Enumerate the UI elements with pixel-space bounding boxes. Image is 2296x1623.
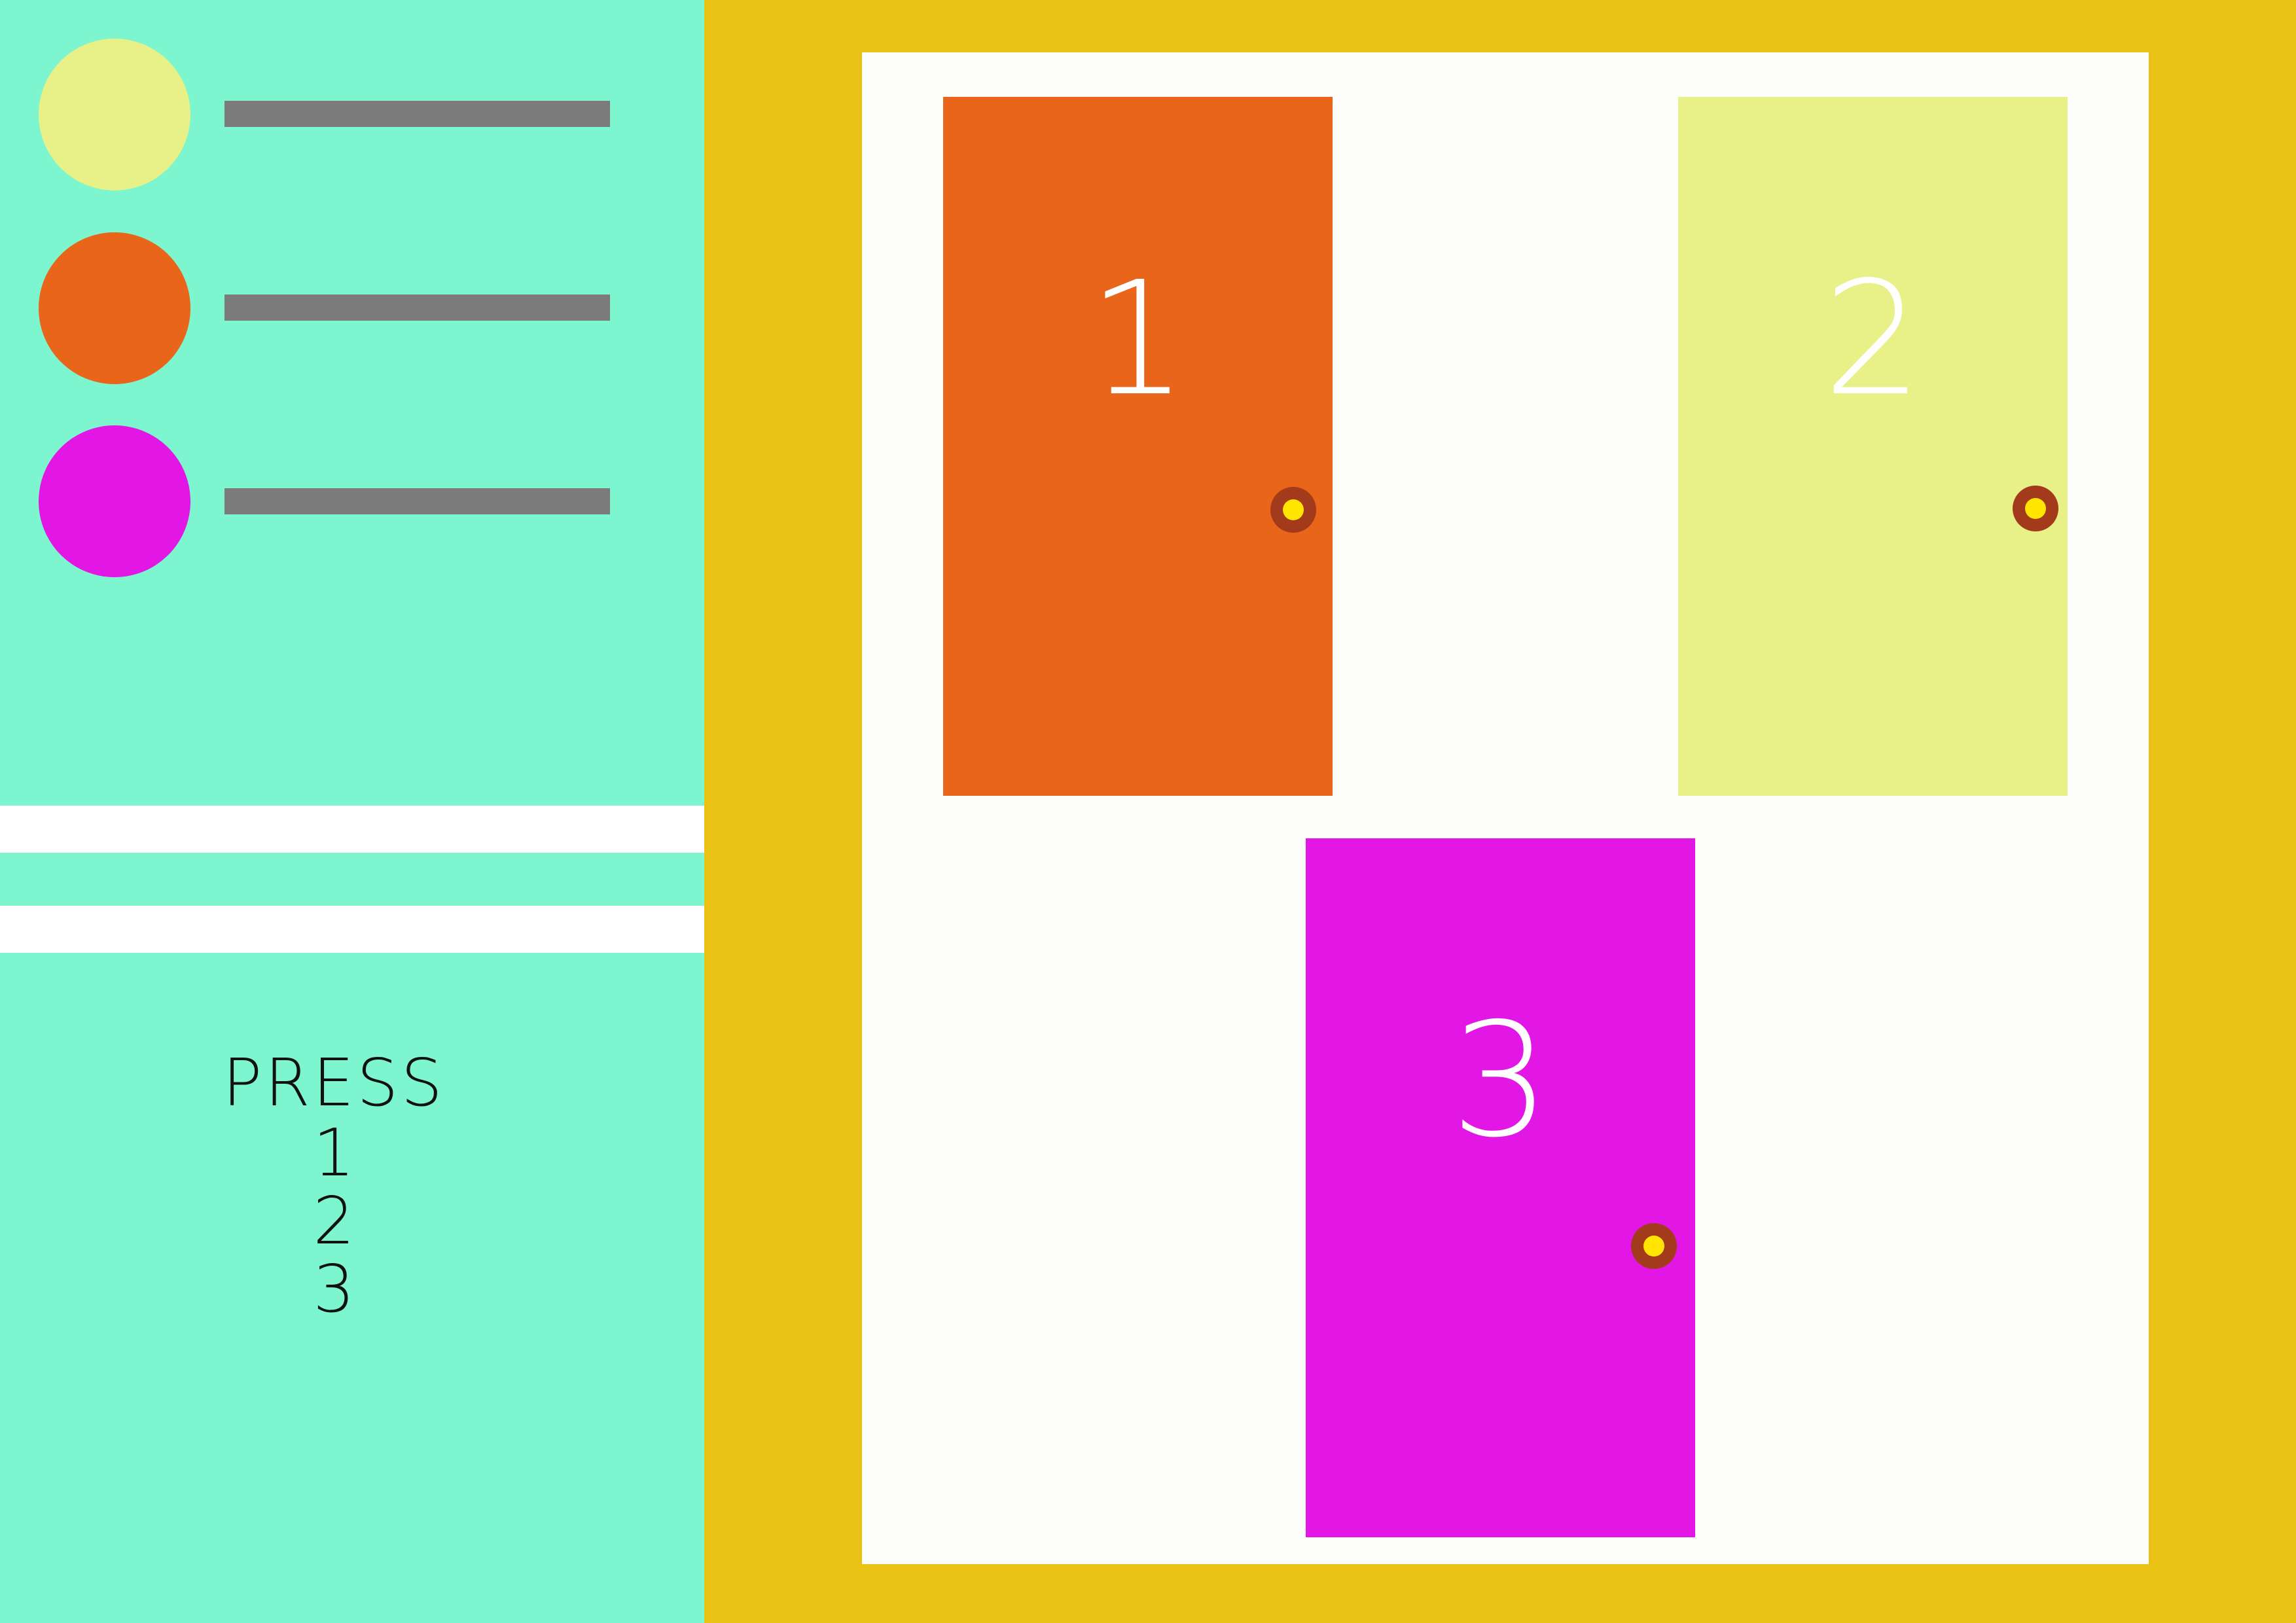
door-number: 1	[1088, 247, 1188, 431]
instructions: PRESS 1 2 3	[196, 1047, 471, 1323]
legend-swatch-orange	[39, 232, 190, 384]
legend-bar	[224, 294, 610, 321]
divider-stripe	[0, 906, 704, 953]
legend-swatch-magenta	[39, 425, 190, 577]
door-3[interactable]: 3	[1306, 838, 1695, 1537]
door-knob	[1631, 1223, 1677, 1269]
instruction-option-1: 1	[313, 1115, 355, 1191]
legend-bar	[224, 101, 610, 127]
left-panel: PRESS 1 2 3	[0, 0, 704, 1623]
door-knob	[2013, 486, 2058, 531]
instruction-option-2: 2	[313, 1183, 355, 1259]
door-1[interactable]: 1	[943, 97, 1333, 796]
door-2[interactable]: 2	[1678, 97, 2068, 796]
door-knob	[1270, 487, 1316, 533]
door-number: 2	[1823, 247, 1923, 431]
door-stage: 1 2 3	[862, 52, 2149, 1564]
legend-swatch-yellow	[39, 39, 190, 190]
divider-stripe	[0, 806, 704, 853]
door-number: 3	[1450, 989, 1551, 1172]
instruction-press: PRESS	[223, 1044, 445, 1121]
legend-bar	[224, 488, 610, 514]
instruction-option-3: 3	[313, 1251, 355, 1327]
